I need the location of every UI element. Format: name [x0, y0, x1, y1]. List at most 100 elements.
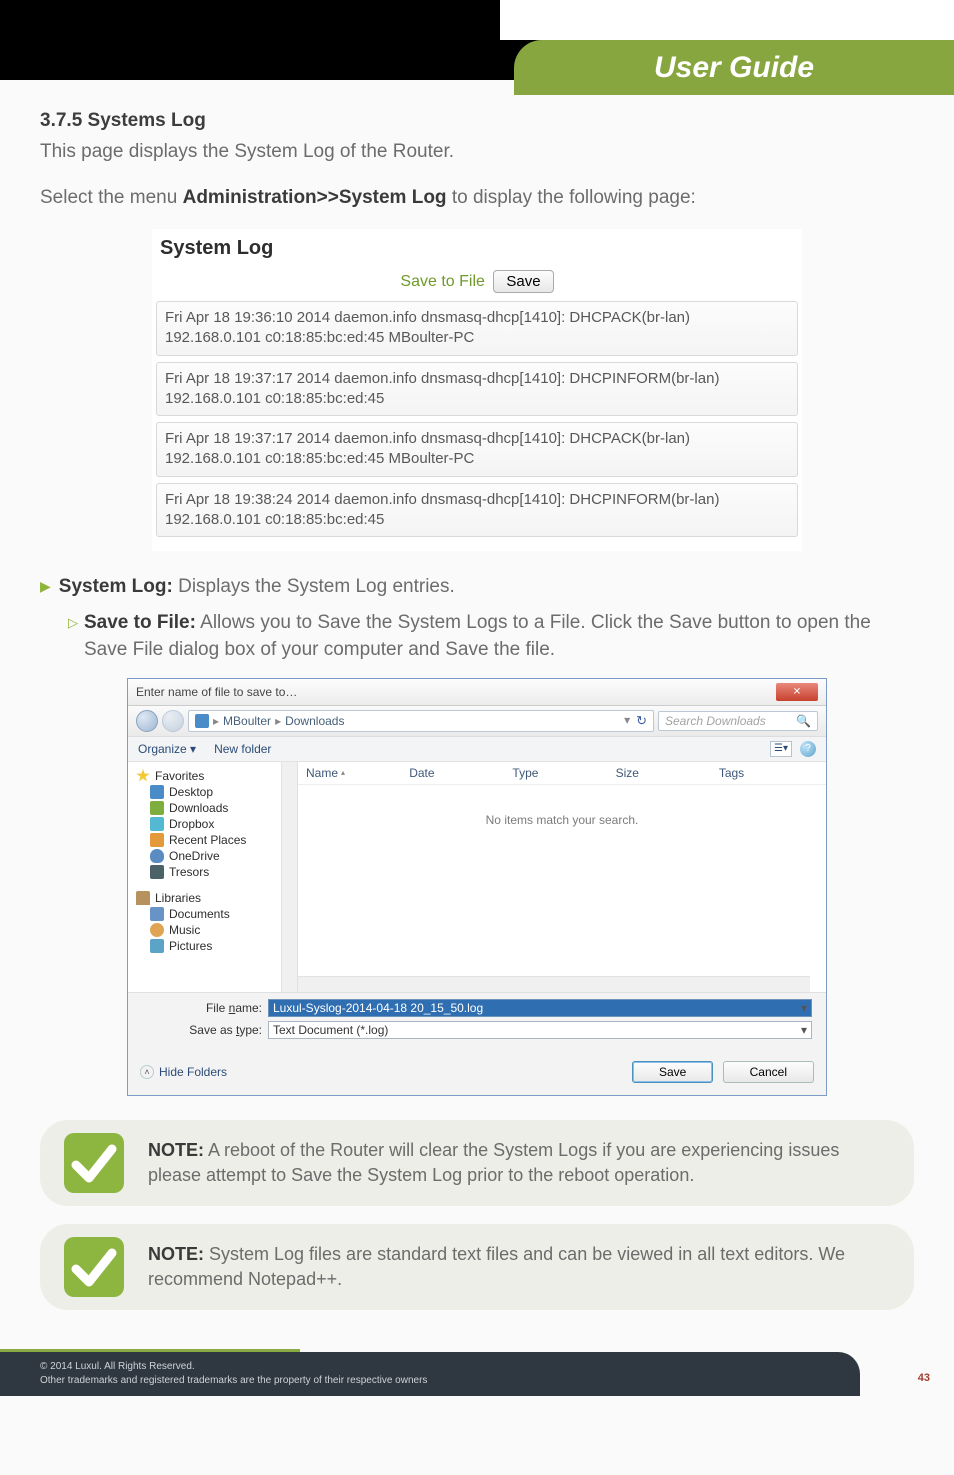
- filename-label: File name:: [184, 1001, 262, 1015]
- search-placeholder: Search Downloads: [665, 714, 766, 728]
- back-button[interactable]: [136, 710, 158, 732]
- main-scrollbar[interactable]: [298, 976, 810, 992]
- sidebar-item-desktop[interactable]: Desktop: [132, 784, 293, 800]
- view-options-icon[interactable]: ☰▾: [770, 741, 792, 757]
- organize-menu[interactable]: Organize ▾: [138, 742, 196, 756]
- note-label: NOTE:: [148, 1244, 204, 1264]
- chevron-right-icon: ▸: [275, 714, 281, 728]
- sort-asc-icon: ▴: [341, 768, 345, 777]
- bullet-main-desc: Displays the System Log entries.: [173, 576, 455, 597]
- bullet-arrow-icon: ▶: [40, 578, 51, 595]
- filetype-select[interactable]: Text Document (*.log) ▾: [268, 1021, 812, 1039]
- dialog-main-pane: Name▴ Date Type Size Tags No items match…: [298, 762, 826, 992]
- filename-row: File name: Luxul-Syslog-2014-04-18 20_15…: [184, 999, 812, 1017]
- bullet-main: ▶ System Log: Displays the System Log en…: [40, 573, 914, 601]
- refresh-icon[interactable]: ↻: [636, 713, 647, 729]
- empty-message: No items match your search.: [298, 813, 826, 827]
- dialog-sidebar: Favorites Desktop Downloads Dropbox Rece…: [128, 762, 298, 992]
- sidebar-label: Pictures: [169, 939, 212, 953]
- sidebar-item-favorites[interactable]: Favorites: [132, 768, 293, 784]
- select-post: to display the following page:: [447, 187, 696, 208]
- intro-paragraph: This page displays the System Log of the…: [40, 138, 914, 166]
- section-heading: 3.7.5 Systems Log: [40, 110, 914, 132]
- column-label: Name: [306, 766, 338, 780]
- save-dialog: Enter name of file to save to… ▸ MBoulte…: [127, 678, 827, 1096]
- bullet-sub-arrow-icon: ▷: [68, 615, 78, 631]
- dialog-save-button[interactable]: Save: [632, 1061, 713, 1083]
- sidebar-item-downloads[interactable]: Downloads: [132, 800, 293, 816]
- sidebar-label: Downloads: [169, 801, 228, 815]
- column-label: Tags: [719, 766, 744, 780]
- sidebar-scrollbar[interactable]: [281, 762, 297, 992]
- search-input[interactable]: Search Downloads 🔍: [658, 711, 818, 731]
- new-folder-button[interactable]: New folder: [214, 742, 271, 756]
- page-number: 43: [918, 1372, 930, 1384]
- bullet-sub: ▷ Save to File: Allows you to Save the S…: [68, 609, 914, 664]
- dropdown-icon[interactable]: ▾: [801, 1001, 807, 1015]
- log-entry: Fri Apr 18 19:37:17 2014 daemon.info dns…: [156, 422, 798, 477]
- column-label: Date: [409, 766, 434, 780]
- filetype-value: Text Document (*.log): [273, 1023, 388, 1037]
- sidebar-label: Desktop: [169, 785, 213, 799]
- dialog-bottom: ˄ Hide Folders Save Cancel: [128, 1053, 826, 1095]
- sidebar-item-music[interactable]: Music: [132, 922, 293, 938]
- log-entry: Fri Apr 18 19:36:10 2014 daemon.info dns…: [156, 301, 798, 356]
- trademark-line: Other trademarks and registered trademar…: [40, 1374, 860, 1388]
- sidebar-item-pictures[interactable]: Pictures: [132, 938, 293, 954]
- header-title: User Guide: [654, 51, 814, 85]
- log-entry: Fri Apr 18 19:37:17 2014 daemon.info dns…: [156, 362, 798, 417]
- save-button[interactable]: Save: [493, 270, 553, 293]
- sidebar-label: Favorites: [155, 769, 204, 783]
- hide-folders-toggle[interactable]: ˄ Hide Folders: [140, 1065, 227, 1079]
- column-date[interactable]: Date: [409, 766, 508, 780]
- downloads-icon: [150, 801, 164, 815]
- column-name[interactable]: Name▴: [306, 766, 405, 780]
- sidebar-label: OneDrive: [169, 849, 220, 863]
- help-icon[interactable]: ?: [800, 741, 816, 757]
- documents-icon: [150, 907, 164, 921]
- checkmark-icon: [62, 1131, 126, 1195]
- column-tags[interactable]: Tags: [719, 766, 818, 780]
- dialog-toolbar: Organize ▾ New folder ☰▾ ?: [128, 737, 826, 762]
- column-label: Size: [616, 766, 639, 780]
- sidebar-item-recent[interactable]: Recent Places: [132, 832, 293, 848]
- sidebar-item-documents[interactable]: Documents: [132, 906, 293, 922]
- column-size[interactable]: Size: [616, 766, 715, 780]
- footer-bar: © 2014 Luxul. All Rights Reserved. Other…: [0, 1352, 860, 1396]
- dialog-cancel-button[interactable]: Cancel: [723, 1061, 814, 1083]
- dialog-title: Enter name of file to save to…: [136, 685, 297, 699]
- filename-input[interactable]: Luxul-Syslog-2014-04-18 20_15_50.log ▾: [268, 999, 812, 1017]
- bullet-sub-desc: Allows you to Save the System Logs to a …: [84, 612, 871, 661]
- header-black-curve: [0, 0, 500, 80]
- note-box: NOTE: System Log files are standard text…: [40, 1224, 914, 1310]
- onedrive-icon: [150, 849, 164, 863]
- close-icon[interactable]: [776, 683, 818, 701]
- desktop-icon: [150, 785, 164, 799]
- sidebar-item-onedrive[interactable]: OneDrive: [132, 848, 293, 864]
- column-type[interactable]: Type: [512, 766, 611, 780]
- dropdown-icon[interactable]: ▾: [801, 1023, 807, 1037]
- header-white-strip: [454, 0, 954, 40]
- history-dropdown-icon[interactable]: ▾: [624, 713, 630, 729]
- bullet-main-label: System Log:: [59, 576, 173, 597]
- page-footer: © 2014 Luxul. All Rights Reserved. Other…: [0, 1346, 954, 1396]
- sidebar-item-libraries[interactable]: Libraries: [132, 890, 293, 906]
- libraries-icon: [136, 891, 150, 905]
- dropbox-icon: [150, 817, 164, 831]
- bullet-section: ▶ System Log: Displays the System Log en…: [40, 573, 914, 664]
- breadcrumb-user: MBoulter: [223, 714, 271, 728]
- sidebar-item-tresors[interactable]: Tresors: [132, 864, 293, 880]
- note-text: NOTE: System Log files are standard text…: [148, 1242, 884, 1292]
- user-icon: [195, 714, 209, 728]
- dialog-navbar: ▸ MBoulter ▸ Downloads ▾ ↻ Search Downlo…: [128, 706, 826, 737]
- select-bold: Administration>>System Log: [183, 187, 447, 208]
- forward-button[interactable]: [162, 710, 184, 732]
- filename-value: Luxul-Syslog-2014-04-18 20_15_50.log: [273, 1001, 483, 1015]
- log-entry: Fri Apr 18 19:38:24 2014 daemon.info dns…: [156, 483, 798, 538]
- bullet-sub-label: Save to File:: [84, 612, 196, 633]
- breadcrumb[interactable]: ▸ MBoulter ▸ Downloads ▾ ↻: [188, 710, 654, 732]
- sidebar-label: Recent Places: [169, 833, 246, 847]
- dialog-titlebar: Enter name of file to save to…: [128, 679, 826, 706]
- checkmark-icon: [62, 1235, 126, 1299]
- sidebar-item-dropbox[interactable]: Dropbox: [132, 816, 293, 832]
